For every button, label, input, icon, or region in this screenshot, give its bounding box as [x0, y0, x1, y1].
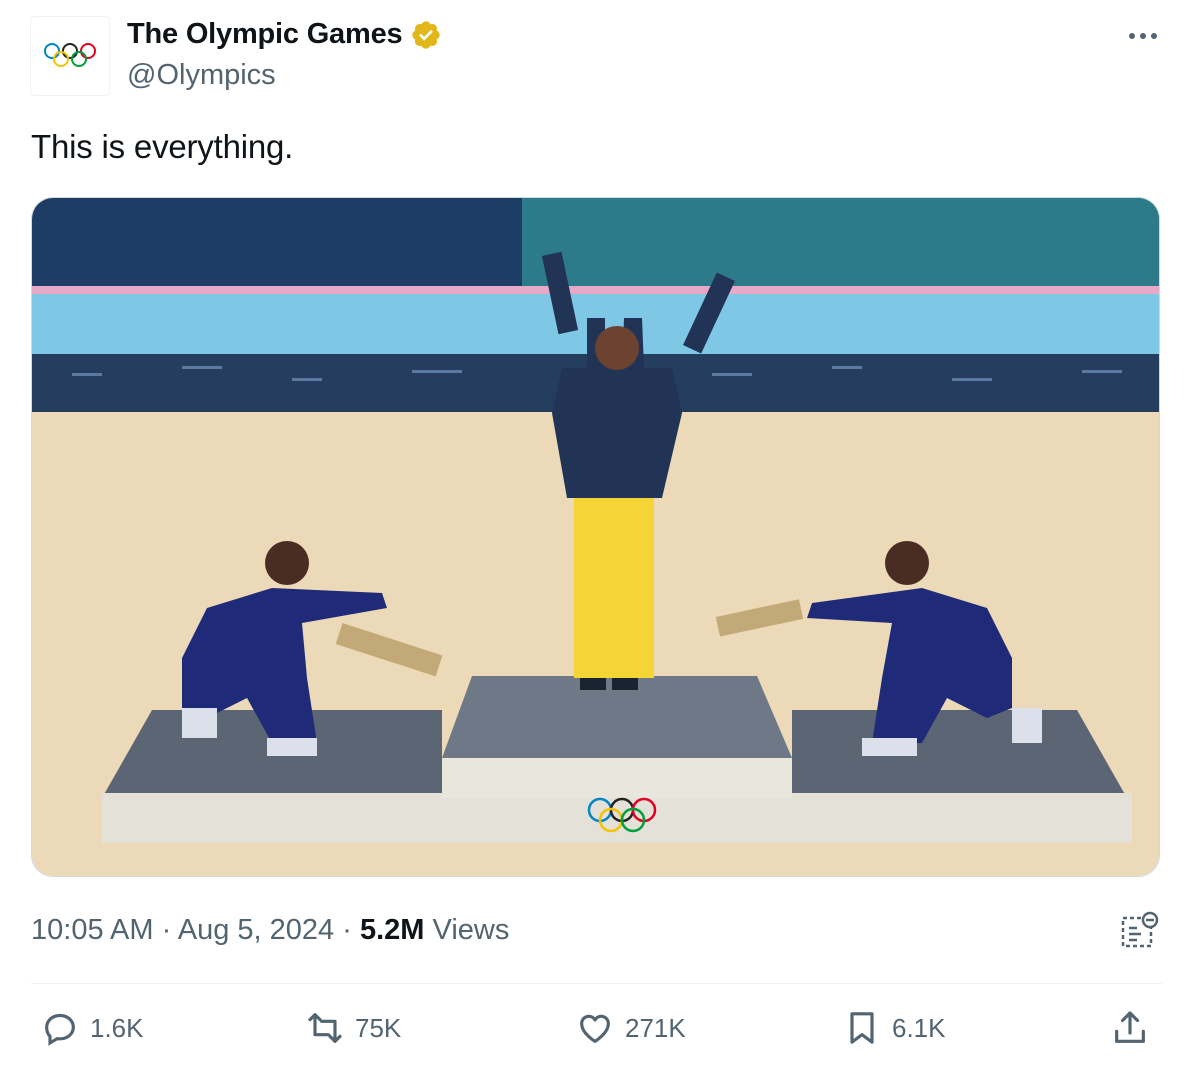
- tweet-date[interactable]: Aug 5, 2024: [178, 914, 334, 946]
- display-name[interactable]: The Olympic Games: [127, 18, 403, 51]
- share-icon: [1115, 1011, 1145, 1043]
- tweet-text: This is everything.: [31, 128, 294, 165]
- like-button[interactable]: 271K: [575, 1008, 686, 1048]
- olympic-rings-icon: [44, 43, 96, 67]
- bookmark-count: 6.1K: [892, 1012, 946, 1043]
- like-count: 271K: [625, 1012, 686, 1043]
- author-handle[interactable]: @Olympics: [127, 59, 276, 92]
- reply-icon: [45, 1013, 75, 1046]
- meta-separator: ·: [161, 914, 172, 946]
- retweet-count: 75K: [355, 1012, 402, 1043]
- views-count: 5.2M: [359, 914, 425, 946]
- author-name-row: The Olympic Games: [127, 18, 442, 51]
- bookmark-icon: [850, 1012, 874, 1044]
- tweet-meta: 10:05 AM · Aug 5, 2024 · 5.2M Views: [31, 914, 509, 947]
- retweet-button[interactable]: 75K: [305, 1008, 401, 1048]
- analytics-button[interactable]: [1120, 910, 1160, 950]
- heart-icon: [580, 1014, 610, 1043]
- gymnastics-podium-photo: [32, 198, 1159, 876]
- action-bar: 1.6K 75K 271K 6.1K: [0, 1008, 1188, 1056]
- tweet-time[interactable]: 10:05 AM: [31, 914, 154, 946]
- divider: [31, 983, 1162, 984]
- retweet-icon: [308, 1013, 342, 1043]
- more-options-button[interactable]: [1126, 22, 1160, 50]
- bookmark-button[interactable]: 6.1K: [842, 1008, 946, 1048]
- analytics-icon: [1121, 911, 1159, 948]
- meta-separator: ·: [342, 914, 352, 946]
- tweet-media[interactable]: [31, 197, 1160, 877]
- views-label: Views: [432, 914, 510, 946]
- share-button[interactable]: [1110, 1008, 1150, 1048]
- verified-badge-icon: [412, 20, 441, 49]
- more-dots-icon: [1129, 33, 1157, 39]
- reply-button[interactable]: 1.6K: [40, 1008, 144, 1048]
- reply-count: 1.6K: [90, 1012, 144, 1043]
- avatar[interactable]: [30, 16, 110, 96]
